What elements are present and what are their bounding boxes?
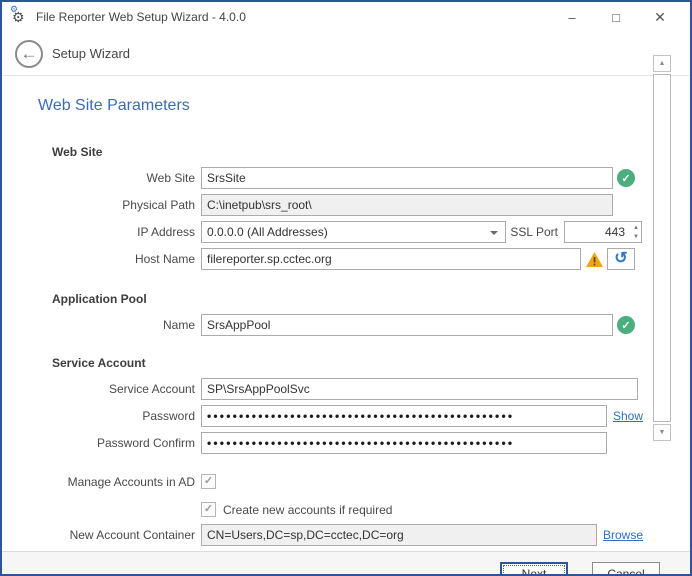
password-confirm-row: Password Confirm (38, 432, 690, 454)
back-arrow-icon: ← (21, 45, 38, 62)
scroll-up-button[interactable]: ▲ (653, 55, 671, 72)
password-confirm-field[interactable] (201, 432, 607, 454)
service-account-label: Service Account (38, 382, 201, 396)
setup-wizard-window: ⚙ ⚙ File Reporter Web Setup Wizard - 4.0… (0, 0, 692, 576)
app-pool-name-input[interactable] (201, 314, 613, 336)
browse-container-link[interactable]: Browse (603, 528, 643, 542)
refresh-icon: ↺ (614, 251, 627, 267)
wizard-header-title: Setup Wizard (52, 46, 130, 61)
ip-address-label: IP Address (38, 225, 201, 239)
ssl-port-stepper[interactable]: 443 ▲ ▼ (564, 221, 642, 243)
chevron-down-icon (490, 231, 498, 235)
create-accounts-checkbox[interactable]: ✓ (201, 502, 216, 517)
password-confirm-label: Password Confirm (38, 436, 201, 450)
web-site-row: Web Site ✓ (38, 167, 690, 189)
ip-address-selected-value: 0.0.0.0 (All Addresses) (207, 225, 328, 239)
app-pool-valid-icon: ✓ (617, 316, 635, 334)
password-label: Password (38, 409, 201, 423)
vertical-scrollbar[interactable]: ▲ ▼ (653, 55, 671, 441)
spin-down-icon[interactable]: ▼ (633, 232, 639, 241)
new-account-container-label: New Account Container (38, 528, 201, 542)
manage-accounts-label: Manage Accounts in AD (38, 475, 201, 489)
section-title-application-pool: Application Pool (52, 292, 690, 306)
title-bar: ⚙ ⚙ File Reporter Web Setup Wizard - 4.0… (2, 2, 690, 32)
show-password-link[interactable]: Show (613, 409, 643, 423)
scrollbar-thumb[interactable] (653, 74, 671, 422)
spin-up-icon[interactable]: ▲ (633, 223, 639, 232)
physical-path-label: Physical Path (38, 198, 201, 212)
ip-address-dropdown[interactable]: 0.0.0.0 (All Addresses) (201, 221, 506, 243)
next-button[interactable]: Next (500, 562, 568, 576)
app-gear-icon: ⚙ ⚙ (11, 8, 29, 26)
warning-icon (585, 251, 604, 268)
new-account-container-row: New Account Container Browse (38, 524, 690, 546)
service-account-row: Service Account (38, 378, 690, 400)
scroll-down-button[interactable]: ▼ (653, 424, 671, 441)
refresh-host-name-button[interactable]: ↺ (607, 248, 635, 270)
ssl-port-value: 443 (605, 225, 625, 239)
checkbox-check-icon: ✓ (204, 504, 213, 515)
web-site-valid-icon: ✓ (617, 169, 635, 187)
section-title-web-site: Web Site (52, 145, 690, 159)
manage-accounts-row: Manage Accounts in AD ✓ (38, 474, 690, 489)
section-title-service-account: Service Account (52, 356, 690, 370)
web-site-input[interactable] (201, 167, 613, 189)
manage-accounts-checkbox[interactable]: ✓ (201, 474, 216, 489)
host-name-row: Host Name ↺ (38, 248, 690, 270)
maximize-button[interactable]: □ (594, 3, 638, 31)
spinner-arrows: ▲ ▼ (633, 223, 639, 241)
ssl-port-label: SSL Port (506, 225, 564, 239)
wizard-content: Web Site Parameters Web Site Web Site ✓ … (2, 76, 690, 551)
window-title: File Reporter Web Setup Wizard - 4.0.0 (36, 10, 246, 24)
cancel-button[interactable]: Cancel (592, 562, 660, 576)
scroll-down-icon: ▼ (659, 429, 666, 436)
new-account-container-input (201, 524, 597, 546)
host-name-label: Host Name (38, 252, 201, 266)
window-controls: – □ ✕ (550, 3, 682, 31)
wizard-header: ← Setup Wizard (2, 32, 690, 76)
footer-bar: Next Cancel (2, 551, 690, 576)
host-name-input[interactable] (201, 248, 581, 270)
ip-address-row: IP Address 0.0.0.0 (All Addresses) SSL P… (38, 221, 690, 243)
web-site-label: Web Site (38, 171, 201, 185)
password-field[interactable] (201, 405, 607, 427)
physical-path-row: Physical Path (38, 194, 690, 216)
password-row: Password Show (38, 405, 690, 427)
back-button[interactable]: ← (15, 40, 43, 68)
create-accounts-label: Create new accounts if required (223, 503, 392, 517)
app-pool-name-label: Name (38, 318, 201, 332)
create-accounts-row: ✓ Create new accounts if required (38, 502, 690, 517)
physical-path-input (201, 194, 613, 216)
service-account-input[interactable] (201, 378, 638, 400)
page-title: Web Site Parameters (38, 97, 690, 115)
minimize-button[interactable]: – (550, 3, 594, 31)
scroll-up-icon: ▲ (659, 60, 666, 67)
checkbox-check-icon: ✓ (204, 476, 213, 487)
close-button[interactable]: ✕ (638, 3, 682, 31)
app-pool-name-row: Name ✓ (38, 314, 690, 336)
